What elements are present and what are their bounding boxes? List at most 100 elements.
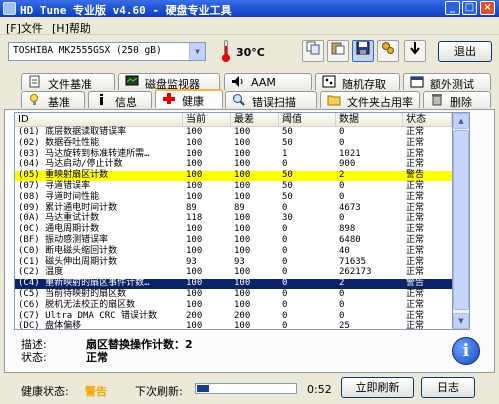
cell-worst: 89	[234, 202, 245, 213]
table-row[interactable]: (05) 重映射扇区计数 100 100 50 2 警告	[15, 170, 452, 182]
exit-button[interactable]: 退出	[438, 41, 492, 62]
cell-data: 0	[339, 137, 345, 148]
cell-current: 100	[186, 245, 203, 256]
cell-threshold: 0	[282, 202, 288, 213]
copy-icon[interactable]	[302, 40, 324, 62]
cell-worst: 100	[234, 191, 251, 202]
column-header-current[interactable]: 当前	[183, 113, 231, 127]
cell-current: 100	[186, 159, 203, 170]
cell-status: 正常	[406, 202, 425, 213]
cell-current: 93	[186, 256, 197, 267]
table-row[interactable]: (C2) 温度 100 100 0 262173 正常	[15, 267, 452, 278]
state-label: 状态:	[21, 351, 47, 364]
cell-id: (C5) 当前待映射的扇区数	[18, 289, 127, 299]
log-button[interactable]: 日志	[421, 377, 475, 398]
maximize-icon[interactable]: □	[462, 1, 477, 15]
cell-data: 40	[339, 245, 350, 256]
paste-icon[interactable]	[327, 40, 349, 62]
cell-current: 100	[186, 170, 203, 181]
title-bar: HD Tune 专业版 v4.60 - 硬盘专业工具 _ □ ×	[0, 0, 499, 17]
cell-threshold: 1	[282, 148, 288, 159]
tab-disk-monitor[interactable]: 磁盘监视器	[118, 73, 220, 91]
cell-status: 警告	[406, 278, 425, 289]
cell-data: 2	[339, 170, 345, 181]
cell-id: (C2) 温度	[18, 267, 64, 278]
cell-threshold: 0	[282, 278, 288, 289]
cell-worst: 100	[234, 213, 251, 224]
column-header-threshold[interactable]: 阈值	[279, 113, 336, 127]
cell-current: 200	[186, 310, 203, 321]
table-row[interactable]: (07) 寻道错误率 100 100 50 0 正常	[15, 181, 452, 192]
tab-aam[interactable]: AAM	[224, 73, 312, 90]
tab-delete[interactable]: 删除	[423, 91, 491, 109]
scroll-up-icon[interactable]: ▲	[453, 113, 469, 129]
error-scan-icon	[232, 93, 246, 106]
menu-file[interactable]: [F]文件	[6, 20, 43, 36]
table-row[interactable]: (C6) 脱机无法校正的扇区数 100 100 0 0 正常	[15, 299, 452, 311]
tab-random-access[interactable]: 随机存取	[315, 73, 400, 91]
tab-health[interactable]: 健康	[155, 89, 223, 108]
state-value: 正常	[86, 351, 108, 364]
cell-id: (03) 马达旋转到标准转速所需…	[18, 148, 150, 159]
cell-status: 正常	[406, 256, 425, 267]
cell-status: 正常	[406, 213, 425, 224]
scroll-thumb[interactable]	[453, 130, 469, 310]
table-row[interactable]: (C1) 磁头伸出周期计数 93 93 0 71635 正常	[15, 256, 452, 268]
cell-data: 1021	[339, 148, 361, 159]
table-row[interactable]: (01) 底层数据读取错误率 100 100 50 0 正常	[15, 127, 452, 138]
cell-current: 100	[186, 299, 203, 310]
download-icon[interactable]	[404, 40, 426, 62]
refresh-progress-bar	[195, 383, 297, 394]
table-row[interactable]: (0A) 马达重试计数 118 100 30 0 正常	[15, 213, 452, 224]
monitor-icon	[125, 75, 139, 88]
refresh-now-button[interactable]: 立即刷新	[341, 377, 414, 398]
table-row[interactable]: (C4) 重新映射的扇区事件计数… 100 100 0 2 警告	[15, 278, 452, 290]
close-icon[interactable]: ×	[480, 1, 495, 15]
cell-threshold: 50	[282, 137, 293, 148]
minimize-icon[interactable]: _	[445, 1, 460, 15]
cell-status: 正常	[406, 224, 425, 235]
tab-folder-usage[interactable]: 文件夹占用率	[320, 91, 420, 109]
drive-select-value: TOSHIBA MK2555GSX (250 gB)	[13, 45, 162, 56]
table-row[interactable]: (0C) 通电周期计数 100 100 0 898 正常	[15, 224, 452, 235]
column-header-id[interactable]: ID	[15, 113, 183, 127]
cell-id: (C0) 断电磁头缩回计数	[18, 245, 118, 256]
column-header-worst[interactable]: 最差	[231, 113, 279, 127]
cell-current: 100	[186, 278, 203, 289]
table-row[interactable]: (BF) 振动感测错误率 100 100 0 6480 正常	[15, 235, 452, 246]
cell-current: 100	[186, 181, 203, 191]
tab-error-scan[interactable]: 错误扫描	[225, 91, 317, 109]
list-scrollbar[interactable]: ▲ ▼	[453, 112, 470, 330]
cell-threshold: 0	[282, 256, 288, 267]
cell-id: (0A) 马达重试计数	[18, 213, 100, 224]
table-row[interactable]: (C0) 断电磁头缩回计数 100 100 0 40 正常	[15, 245, 452, 257]
column-header-data[interactable]: 数据	[336, 113, 403, 127]
table-row[interactable]: (C5) 当前待映射的扇区数 100 100 0 0 正常	[15, 289, 452, 300]
cell-threshold: 0	[282, 267, 288, 278]
smart-attribute-list[interactable]: ID 当前 最差 阈值 数据 状态 (01) 底层数据读取错误率 100 100 50…	[14, 112, 453, 330]
tab-extra-tests[interactable]: 额外测试	[403, 73, 491, 91]
settings-icon[interactable]	[377, 40, 399, 62]
cell-data: 4673	[339, 202, 361, 213]
tab-file-benchmark[interactable]: 文件基准	[21, 73, 115, 91]
tab-info[interactable]: 信息	[88, 91, 152, 109]
cell-status: 正常	[406, 235, 425, 245]
extra-tests-icon	[410, 75, 424, 88]
tab-benchmark[interactable]: 基准	[21, 91, 85, 109]
table-row[interactable]: (02) 数据吞吐性能 100 100 50 0 正常	[15, 137, 452, 149]
table-row[interactable]: (04) 马达启动/停止计数 100 100 0 900 正常	[15, 159, 452, 170]
table-row[interactable]: (08) 寻道时间性能 100 100 50 0 正常	[15, 191, 452, 203]
column-header-status[interactable]: 状态	[403, 113, 452, 127]
cell-id: (C1) 磁头伸出周期计数	[18, 256, 118, 267]
cell-status: 正常	[406, 127, 425, 137]
save-icon[interactable]	[352, 40, 374, 62]
health-status-value: 警告	[85, 385, 107, 398]
cell-status: 正常	[406, 148, 425, 159]
table-row[interactable]: (DC) 盘体偏移 100 100 0 25 正常	[15, 321, 452, 329]
chevron-down-icon[interactable]: ▼	[189, 43, 205, 60]
cell-worst: 200	[234, 310, 251, 321]
scroll-down-icon[interactable]: ▼	[453, 313, 469, 329]
info-icon	[95, 93, 109, 106]
menu-help[interactable]: [H]帮助	[52, 20, 91, 36]
drive-select[interactable]: TOSHIBA MK2555GSX (250 gB) ▼	[8, 42, 206, 61]
